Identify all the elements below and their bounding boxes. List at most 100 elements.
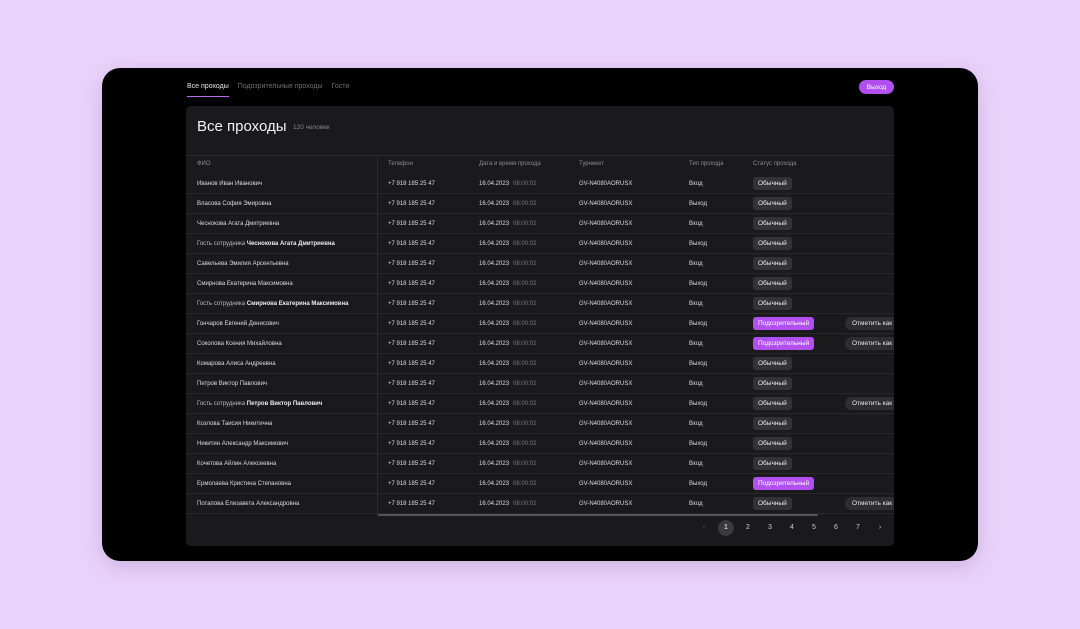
- status-badge: Обычный: [753, 377, 792, 390]
- tab-all-passes[interactable]: Все проходы: [187, 83, 229, 97]
- mark-as-button[interactable]: Отметить как: [845, 337, 894, 350]
- table-row[interactable]: Власова София Эмировна +7 918 185 25 47 16…: [186, 194, 894, 214]
- status-badge: Обычный: [753, 257, 792, 270]
- table-row[interactable]: Гость сотрудника Смирнова Екатерина Макс…: [186, 294, 894, 314]
- mark-as-button[interactable]: Отметить как: [845, 317, 894, 330]
- person-name: Савельева Эмилия Арсентьевна: [197, 261, 289, 267]
- status-badge: Обычный: [753, 357, 792, 370]
- table-row[interactable]: Петров Виктор Павлович +7 918 185 25 47 16…: [186, 374, 894, 394]
- cell-pass-type: Вход: [689, 181, 703, 187]
- chevron-left-icon[interactable]: ‹: [696, 520, 712, 536]
- horizontal-scrollbar[interactable]: [378, 514, 818, 516]
- cell-datetime: 16.04.2023 08:00:02: [479, 454, 536, 474]
- cell-pass-type: Вход: [689, 301, 703, 307]
- table-row[interactable]: Гость сотрудника Чеснокова Агата Дмитрие…: [186, 234, 894, 254]
- page-title: Все проходы: [197, 118, 287, 135]
- table-row[interactable]: Потапова Елизавета Александровна +7 918 1…: [186, 494, 894, 514]
- status-badge: Обычный: [753, 237, 792, 250]
- pass-date: 16.04.2023: [479, 501, 510, 507]
- column-header-phone[interactable]: Телефон: [388, 161, 413, 167]
- page-button[interactable]: 2: [740, 520, 756, 536]
- column-header-turnstile[interactable]: Турникет: [579, 161, 604, 167]
- mark-as-button[interactable]: Отметить как: [845, 497, 894, 510]
- table-row[interactable]: Кочетова Айлин Алексеевна +7 918 185 25 4…: [186, 454, 894, 474]
- cell-turnstile: GV-N4080AORUSX: [579, 181, 633, 187]
- logout-button[interactable]: Выход: [859, 80, 894, 94]
- page-button[interactable]: 3: [762, 520, 778, 536]
- people-count: 120 человек: [293, 124, 330, 131]
- pass-date: 16.04.2023: [479, 461, 510, 467]
- cell-datetime: 16.04.2023 08:00:02: [479, 354, 536, 374]
- pass-time: 08:00:02: [513, 441, 537, 447]
- person-name: Иванов Иван Иванович: [197, 181, 263, 187]
- table-row[interactable]: Гость сотрудника Петров Виктор Павлович +…: [186, 394, 894, 414]
- person-name: Комарова Алиса Андреевна: [197, 361, 276, 367]
- page-button[interactable]: 7: [850, 520, 866, 536]
- table-row[interactable]: Ермолаева Кристина Степановна +7 918 185 …: [186, 474, 894, 494]
- pass-date: 16.04.2023: [479, 421, 510, 427]
- cell-full-name: Гончаров Евгений Денисович: [197, 314, 279, 334]
- frozen-column-divider: [377, 155, 378, 516]
- pass-date: 16.04.2023: [479, 221, 510, 227]
- cell-datetime: 16.04.2023 08:00:02: [479, 334, 536, 354]
- pass-date: 16.04.2023: [479, 281, 510, 287]
- person-name: Чеснокова Агата Дмитриевна: [197, 221, 280, 227]
- cell-full-name: Соколова Ксения Михайловна: [197, 334, 282, 354]
- table-row[interactable]: Иванов Иван Иванович +7 918 185 25 47 16.0…: [186, 174, 894, 194]
- table-row[interactable]: Комарова Алиса Андреевна +7 918 185 25 47…: [186, 354, 894, 374]
- header-divider: [186, 155, 894, 156]
- cell-full-name: Потапова Елизавета Александровна: [197, 494, 299, 514]
- cell-full-name: Комарова Алиса Андреевна: [197, 354, 276, 374]
- pass-date: 16.04.2023: [479, 361, 510, 367]
- table-row[interactable]: Никитин Александр Максимович +7 918 185 2…: [186, 434, 894, 454]
- cell-pass-type: Выход: [689, 361, 707, 367]
- pass-date: 16.04.2023: [479, 301, 510, 307]
- top-tabs: Все проходы Подозрительные проходы Гости: [187, 83, 349, 97]
- column-header-pass-type[interactable]: Тип прохода: [689, 161, 724, 167]
- cell-phone: +7 918 185 25 47: [388, 401, 435, 407]
- cell-turnstile: GV-N4080AORUSX: [579, 401, 633, 407]
- cell-full-name: Кочетова Айлин Алексеевна: [197, 454, 276, 474]
- tab-guests[interactable]: Гости: [332, 83, 350, 97]
- page-button[interactable]: 4: [784, 520, 800, 536]
- cell-datetime: 16.04.2023 08:00:02: [479, 394, 536, 414]
- cell-pass-type: Выход: [689, 201, 707, 207]
- cell-phone: +7 918 185 25 47: [388, 421, 435, 427]
- cell-turnstile: GV-N4080AORUSX: [579, 201, 633, 207]
- pass-date: 16.04.2023: [479, 441, 510, 447]
- cell-full-name: Гость сотрудника Смирнова Екатерина Макс…: [197, 294, 348, 314]
- table-row[interactable]: Смирнова Екатерина Максимовна +7 918 185 …: [186, 274, 894, 294]
- column-header-status[interactable]: Статус прохода: [753, 161, 796, 167]
- page-button[interactable]: 5: [806, 520, 822, 536]
- table-row[interactable]: Соколова Ксения Михайловна +7 918 185 25 …: [186, 334, 894, 354]
- column-header-datetime[interactable]: Дата и время прохода: [479, 161, 541, 167]
- table-row[interactable]: Чеснокова Агата Дмитриевна +7 918 185 25 …: [186, 214, 894, 234]
- page-button[interactable]: 6: [828, 520, 844, 536]
- cell-phone: +7 918 185 25 47: [388, 461, 435, 467]
- page-button[interactable]: 1: [718, 520, 734, 536]
- pass-time: 08:00:02: [513, 221, 537, 227]
- tab-suspicious-passes[interactable]: Подозрительные проходы: [238, 83, 323, 97]
- pass-time: 08:00:02: [513, 481, 537, 487]
- table-row[interactable]: Козлова Таисия Никитична +7 918 185 25 47…: [186, 414, 894, 434]
- cell-phone: +7 918 185 25 47: [388, 321, 435, 327]
- cell-phone: +7 918 185 25 47: [388, 261, 435, 267]
- pass-time: 08:00:02: [513, 301, 537, 307]
- table-row[interactable]: Савельева Эмилия Арсентьевна +7 918 185 2…: [186, 254, 894, 274]
- column-header-name[interactable]: ФИО: [197, 161, 211, 167]
- cell-turnstile: GV-N4080AORUSX: [579, 461, 633, 467]
- pass-date: 16.04.2023: [479, 341, 510, 347]
- cell-turnstile: GV-N4080AORUSX: [579, 261, 633, 267]
- mark-as-button[interactable]: Отметить как: [845, 397, 894, 410]
- pass-time: 08:00:02: [513, 421, 537, 427]
- table-row[interactable]: Гончаров Евгений Денисович +7 918 185 25 …: [186, 314, 894, 334]
- cell-datetime: 16.04.2023 08:00:02: [479, 214, 536, 234]
- chevron-right-icon[interactable]: ›: [872, 520, 888, 536]
- cell-pass-type: Вход: [689, 341, 703, 347]
- app-window: Все проходы Подозрительные проходы Гости…: [102, 68, 978, 561]
- cell-full-name: Смирнова Екатерина Максимовна: [197, 274, 293, 294]
- person-name: Власова София Эмировна: [197, 201, 272, 207]
- cell-pass-type: Вход: [689, 381, 703, 387]
- pass-date: 16.04.2023: [479, 201, 510, 207]
- cell-turnstile: GV-N4080AORUSX: [579, 361, 633, 367]
